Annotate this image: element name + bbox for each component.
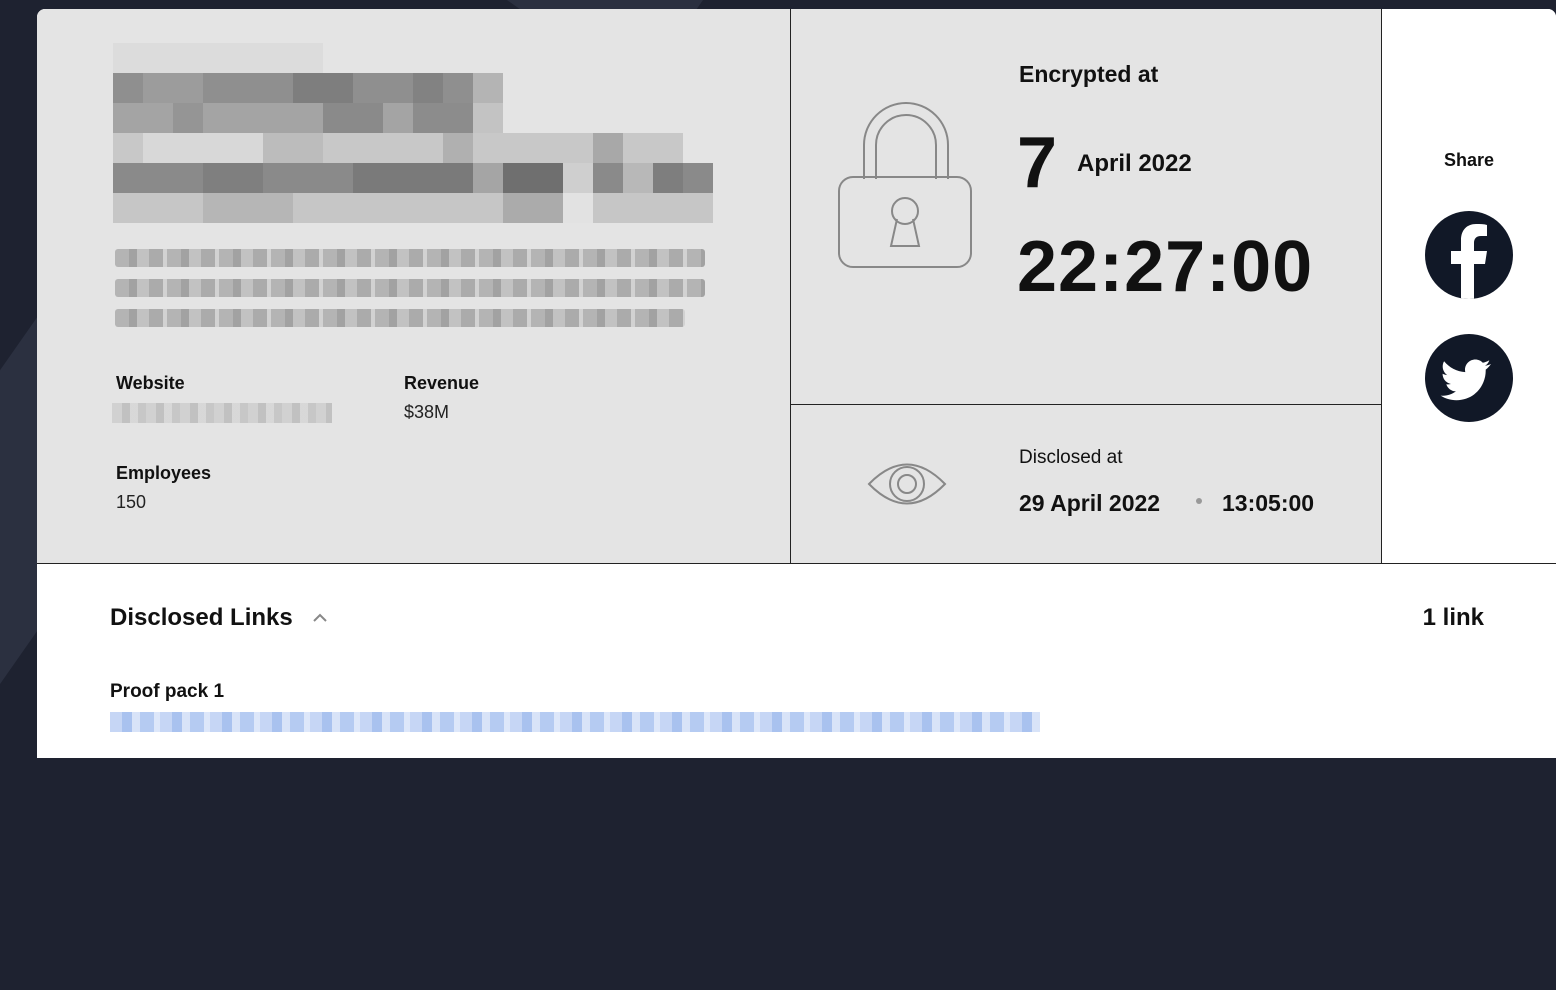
twitter-icon (1440, 359, 1491, 401)
proof-pack-label: Proof pack 1 (110, 681, 225, 702)
lock-icon (838, 102, 972, 268)
encrypted-section: Encrypted at 7 April 2022 22:27:00 (791, 9, 1381, 405)
facebook-share-button[interactable] (1425, 211, 1513, 299)
company-logo-pixelated (113, 43, 713, 223)
employees-label: Employees (116, 463, 212, 483)
ransom-post-card: Website Revenue $38M Employees 150 Encry… (37, 9, 1556, 758)
encrypted-month-year: April 2022 (1077, 150, 1192, 177)
share-panel: Share (1382, 9, 1556, 563)
disclosed-time: 13:05:00 (1222, 490, 1315, 516)
disclosed-section: Disclosed at 29 April 2022 13:05:00 (791, 405, 1381, 563)
employees-value: 150 (116, 492, 147, 512)
encrypted-day: 7 (1017, 123, 1058, 203)
facebook-icon (1451, 224, 1487, 299)
twitter-share-button[interactable] (1425, 334, 1513, 422)
chevron-up-icon[interactable] (311, 608, 329, 626)
website-label: Website (116, 373, 185, 393)
proof-pack-link-pixelated[interactable] (110, 712, 1040, 732)
website-link-pixelated[interactable] (112, 403, 332, 423)
links-count: 1 link (1422, 604, 1484, 631)
timestamps-panel: Encrypted at 7 April 2022 22:27:00 Discl… (791, 9, 1382, 563)
share-label: Share (1443, 150, 1495, 170)
encrypted-time: 22:27:00 (1017, 227, 1314, 307)
disclosed-date: 29 April 2022 (1019, 490, 1161, 516)
company-info-panel: Website Revenue $38M Employees 150 (37, 9, 791, 563)
encrypted-label: Encrypted at (1019, 61, 1159, 87)
disclosed-links-title[interactable]: Disclosed Links (110, 604, 293, 632)
post-header: Website Revenue $38M Employees 150 Encry… (37, 9, 1556, 564)
disclosed-links-section: Disclosed Links 1 link Proof pack 1 (37, 564, 1556, 758)
revenue-value: $38M (404, 402, 450, 422)
eye-icon (867, 463, 947, 505)
disclosed-label: Disclosed at (1019, 447, 1123, 468)
company-description-pixelated (115, 245, 707, 329)
revenue-label: Revenue (404, 373, 480, 393)
separator-dot (1196, 498, 1202, 504)
